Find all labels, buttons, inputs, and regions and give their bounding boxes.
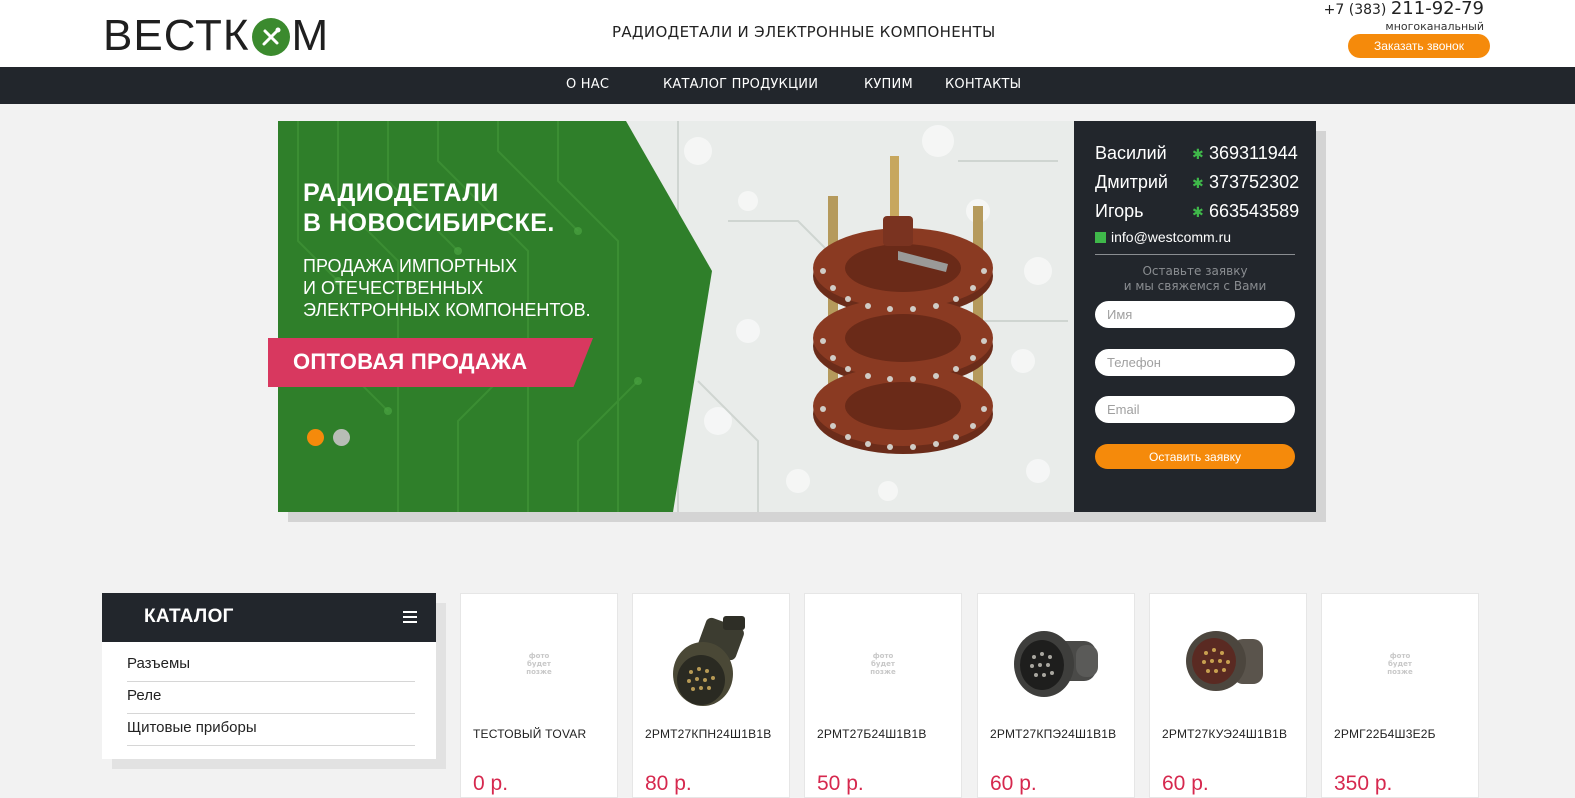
product-image-placeholder: фото будет позже — [805, 614, 961, 714]
product-name[interactable]: ТЕСТОВЫЙ TOVAR — [473, 727, 586, 741]
icq-flower-icon: ✱ — [1192, 204, 1204, 220]
catalog-item-panel-meters[interactable]: Щитовые приборы — [127, 714, 415, 746]
nav-item-catalog[interactable]: КАТАЛОГ ПРОДУКЦИИ — [663, 77, 818, 92]
product-card[interactable]: фото будет позже ТЕСТОВЫЙ TOVAR 0 р. — [460, 593, 618, 798]
contact-note: Оставьте заявку и мы свяжемся с Вами — [1095, 264, 1295, 294]
wholesale-label: ОПТОВАЯ ПРОДАЖА — [293, 349, 528, 374]
contact-name: Игорь — [1095, 201, 1144, 221]
rotary-switch-image — [798, 156, 1008, 460]
menu-icon[interactable] — [403, 611, 417, 623]
banner-sub-line1: ПРОДАЖА ИМПОРТНЫХ — [303, 256, 517, 276]
product-card[interactable]: 2РМТ27КУЭ24Ш1В1В 60 р. — [1149, 593, 1307, 798]
phone-note: многоканальный — [1385, 20, 1484, 33]
contact-panel: Василий ✱ 369311944 Дмитрий ✱ 373752302 … — [1074, 121, 1316, 512]
icq-flower-icon: ✱ — [1192, 175, 1204, 191]
placeholder-text: фото будет позже — [870, 652, 896, 676]
product-card[interactable]: фото будет позже 2РМГ22Б4Ш3Е2Б 350 р. — [1321, 593, 1479, 798]
product-price: 0 р. — [473, 772, 509, 795]
connector-elbow-image — [1186, 631, 1263, 691]
phone-block: +7 (383) 211-92-79 многоканальный — [1324, 0, 1484, 33]
site-header: ВЕСТК М РАДИОДЕТАЛИ И ЭЛЕКТРОННЫЕ КОМПОНЕ… — [0, 0, 1575, 67]
product-card[interactable]: фото будет позже 2РМТ27Б24Ш1В1В 50 р. — [804, 593, 962, 798]
product-price: 60 р. — [1162, 772, 1209, 795]
product-image — [633, 614, 789, 714]
slider-dot-1[interactable] — [307, 429, 324, 446]
contact-name: Дмитрий — [1095, 172, 1168, 192]
icq-flower-icon: ✱ — [1192, 146, 1204, 162]
product-name[interactable]: 2РМГ22Б4Ш3Е2Б — [1334, 727, 1436, 741]
placeholder-text: фото будет позже — [1387, 652, 1413, 676]
product-price: 80 р. — [645, 772, 692, 795]
catalog-list: Разъемы Реле Щитовые приборы — [127, 650, 415, 746]
email-text: info@westcomm.ru — [1111, 229, 1232, 245]
main-nav: О НАС КАТАЛОГ ПРОДУКЦИИ КУПИМ КОНТАКТЫ — [0, 67, 1575, 104]
hero-banner: РАДИОДЕТАЛИ В НОВОСИБИРСКЕ. ПРОДАЖА ИМПОР… — [278, 121, 1074, 512]
product-name[interactable]: 2РМТ27Б24Ш1В1В — [817, 727, 927, 741]
connector-angled-image — [1014, 631, 1098, 697]
product-price: 350 р. — [1334, 772, 1393, 795]
catalog-title: КАТАЛОГ — [144, 606, 234, 627]
phone-input[interactable] — [1095, 349, 1295, 376]
logo-text-left: ВЕСТК — [103, 11, 250, 60]
banner-title-line1: РАДИОДЕТАЛИ — [303, 179, 499, 207]
contact-name: Василий — [1095, 143, 1167, 163]
contact-icq[interactable]: 373752302 — [1209, 172, 1299, 193]
product-image — [1150, 614, 1306, 714]
name-input[interactable] — [1095, 301, 1295, 328]
wholesale-button[interactable]: ОПТОВАЯ ПРОДАЖА — [268, 338, 593, 387]
placeholder-text: фото будет позже — [526, 652, 552, 676]
phone-prefix: +7 (383) — [1323, 2, 1387, 18]
callback-button[interactable]: Заказать звонок — [1348, 34, 1490, 58]
nav-item-contacts[interactable]: КОНТАКТЫ — [945, 77, 1021, 92]
catalog-item-relays[interactable]: Реле — [127, 682, 415, 714]
catalog-header: КАТАЛОГ — [102, 593, 436, 642]
product-name[interactable]: 2РМТ27КПЭ24Ш1В1В — [990, 727, 1116, 741]
nav-item-about[interactable]: О НАС — [566, 77, 609, 92]
product-name[interactable]: 2РМТ27КУЭ24Ш1В1В — [1162, 727, 1287, 741]
logo-mark-icon — [251, 18, 290, 56]
connector-straight-image — [673, 616, 745, 706]
slider-dot-2[interactable] — [333, 429, 350, 446]
product-name[interactable]: 2РМТ27КПН24Ш1В1В — [645, 727, 771, 741]
site-tagline: РАДИОДЕТАЛИ И ЭЛЕКТРОННЫЕ КОМПОНЕНТЫ — [612, 23, 996, 41]
contact-email[interactable]: info@westcomm.ru — [1095, 229, 1231, 245]
logo[interactable]: ВЕСТК М — [103, 14, 329, 58]
product-image-placeholder: фото будет позже — [1322, 614, 1478, 714]
note-line1: Оставьте заявку — [1142, 264, 1248, 278]
banner-sub-line2: И ОТЕЧЕСТВЕННЫХ — [303, 278, 484, 298]
catalog-panel: КАТАЛОГ Разъемы Реле Щитовые приборы — [102, 593, 436, 759]
banner-sub-line3: ЭЛЕКТРОННЫХ КОМПОНЕНТОВ. — [303, 300, 591, 320]
banner-title: РАДИОДЕТАЛИ В НОВОСИБИРСКЕ. — [303, 178, 555, 238]
phone-number[interactable]: +7 (383) 211-92-79 — [1324, 0, 1484, 19]
logo-text-right: М — [291, 11, 330, 60]
product-price: 50 р. — [817, 772, 864, 795]
product-price: 60 р. — [990, 772, 1037, 795]
phone-main: 211-92-79 — [1390, 0, 1484, 19]
banner-subtitle: ПРОДАЖА ИМПОРТНЫХ И ОТЕЧЕСТВЕННЫХ ЭЛЕКТРОН… — [303, 255, 591, 321]
contact-icq[interactable]: 663543589 — [1209, 201, 1299, 222]
contact-divider — [1095, 254, 1295, 255]
nav-item-buy[interactable]: КУПИМ — [864, 77, 913, 92]
note-line2: и мы свяжемся с Вами — [1123, 279, 1267, 293]
product-card[interactable]: 2РМТ27КПН24Ш1В1В 80 р. — [632, 593, 790, 798]
mail-icon — [1095, 232, 1106, 243]
product-card[interactable]: 2РМТ27КПЭ24Ш1В1В 60 р. — [977, 593, 1135, 798]
product-image-placeholder: фото будет позже — [461, 614, 617, 714]
email-input[interactable] — [1095, 396, 1295, 423]
contact-icq[interactable]: 369311944 — [1209, 143, 1298, 164]
banner-title-line2: В НОВОСИБИРСКЕ. — [303, 209, 555, 237]
catalog-item-connectors[interactable]: Разъемы — [127, 650, 415, 682]
product-image — [978, 614, 1134, 714]
submit-request-button[interactable]: Оставить заявку — [1095, 444, 1295, 469]
